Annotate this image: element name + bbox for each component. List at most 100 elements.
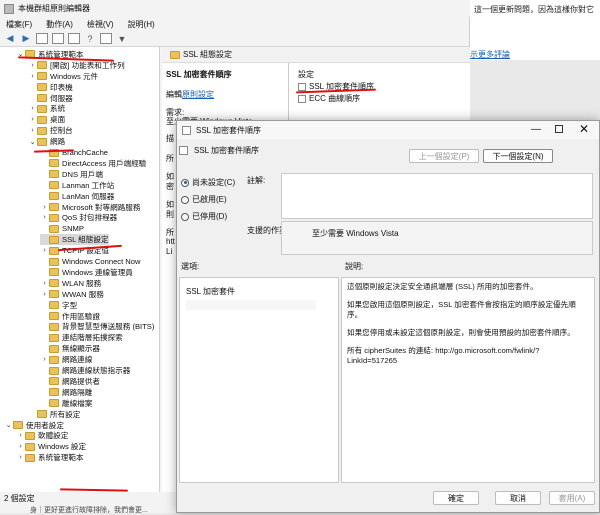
chevron-down-icon[interactable]: ⌄ [28, 138, 37, 146]
tree-item-label: 系統管理範本 [38, 453, 84, 463]
tree-item-label: QoS 封包排程器 [62, 213, 118, 223]
tree-item[interactable]: 伺服器 [28, 93, 73, 104]
maximize-icon[interactable] [555, 125, 563, 133]
forward-arrow-icon[interactable]: ▶ [20, 33, 32, 45]
tree-item[interactable]: › 系統 [28, 104, 65, 115]
tree-item[interactable]: 網路提供者 [40, 376, 100, 387]
tree-item[interactable]: SNMP [40, 223, 84, 234]
tree-item[interactable]: ⌄ 使用者設定 [4, 420, 64, 431]
tree-item-label: WLAN 服務 [62, 278, 102, 288]
tree-item[interactable]: 背景智慧型傳送服務 (BITS) [40, 322, 154, 333]
tree-item[interactable]: 所有設定 [28, 409, 80, 420]
tree-item-label: SNMP [62, 224, 84, 234]
tree-item[interactable]: › Microsoft 對等網路服務 [40, 202, 140, 213]
folder-icon [49, 301, 59, 310]
tree-item[interactable]: 作用區驗證 [40, 311, 100, 322]
tree-item[interactable]: DNS 用戶端 [40, 169, 103, 180]
folder-icon [49, 181, 59, 190]
option-cipher-suites-field[interactable] [186, 300, 316, 310]
tree-item[interactable]: SSL 組態設定 [40, 234, 109, 246]
chevron-right-icon[interactable]: › [40, 280, 49, 287]
chevron-right-icon[interactable]: › [40, 247, 49, 254]
tree-item[interactable]: › 網路連線 [40, 354, 92, 365]
chevron-right-icon[interactable]: › [16, 443, 25, 450]
tree-item[interactable]: 網路隔離 [40, 387, 92, 398]
chevron-down-icon[interactable]: ⌄ [4, 421, 13, 429]
chevron-right-icon[interactable]: › [28, 127, 37, 134]
tree-item-label: Windows 連線管理員 [62, 267, 133, 277]
folder-icon [49, 322, 59, 331]
chevron-right-icon[interactable]: › [28, 116, 37, 123]
chevron-right-icon[interactable]: › [40, 356, 49, 363]
close-icon[interactable]: ✕ [579, 122, 589, 136]
help-icon[interactable]: ? [84, 33, 96, 45]
tree-item-label: 網路連線狀態指示器 [62, 366, 131, 376]
tree-item[interactable]: DirectAccess 用戶端經驗 [40, 158, 146, 169]
folder-icon [25, 431, 35, 440]
folder-icon [49, 366, 59, 375]
tree-item[interactable]: Windows 連線管理員 [40, 267, 133, 278]
tree-item-label: DNS 用戶端 [62, 169, 103, 179]
tree-item[interactable]: LanMan 伺服器 [40, 191, 114, 202]
setting-row-ecc-order[interactable]: ECC 曲線順序 [298, 93, 360, 104]
chevron-right-icon[interactable]: › [28, 73, 37, 80]
tree-item[interactable]: › 控制台 [28, 125, 72, 136]
tree-item[interactable]: › WWAN 服務 [40, 289, 104, 300]
tree-item[interactable]: Lanman 工作站 [40, 180, 114, 191]
tree-item[interactable]: › 桌面 [28, 114, 65, 125]
tree-item[interactable]: 印表機 [28, 82, 73, 93]
menu-view[interactable]: 檢視(V) [87, 19, 114, 30]
folder-icon [37, 83, 47, 92]
tree-item[interactable]: › Windows 元件 [28, 71, 98, 82]
back-arrow-icon[interactable]: ◀ [4, 33, 16, 45]
dialog-subtitle: SSL 加密套件順序 [194, 146, 260, 155]
chevron-right-icon[interactable]: › [40, 291, 49, 298]
tree-item[interactable]: 離線檔案 [40, 398, 92, 409]
tree-item[interactable]: › WLAN 服務 [40, 278, 101, 289]
comment-textarea[interactable] [281, 173, 593, 219]
tree-item-label: 網路隔離 [62, 387, 93, 397]
edit-policy-link[interactable]: 原則設定 [182, 90, 214, 99]
tree-item[interactable]: 無線顯示器 [40, 343, 100, 354]
tree-item[interactable]: › Windows 設定 [16, 441, 86, 452]
tree-item[interactable]: 字型 [40, 300, 77, 311]
webpage-more-comments-link[interactable]: 示更多評論 [470, 49, 510, 60]
cancel-button[interactable]: 取消 [495, 491, 541, 505]
tree-item[interactable]: 連結階層拓撲探索 [40, 332, 123, 343]
chevron-right-icon[interactable]: › [28, 62, 37, 69]
chevron-right-icon[interactable]: › [16, 432, 25, 439]
folder-icon [49, 399, 59, 408]
export-list-icon[interactable] [68, 33, 80, 44]
chevron-right-icon[interactable]: › [40, 214, 49, 221]
radio-not-configured[interactable]: 尚未設定(C) [181, 177, 235, 188]
menu-help[interactable]: 說明(H) [128, 19, 155, 30]
properties-icon[interactable] [100, 33, 112, 44]
filter-icon[interactable]: ▼ [116, 33, 128, 45]
tree-item-label: 軟體設定 [38, 431, 69, 441]
previous-setting-button[interactable]: 上一個設定(P) [409, 149, 479, 163]
tree-item[interactable]: BranchCache [40, 147, 108, 158]
window-title: 本機群組原則編輯器 [18, 4, 90, 13]
next-setting-button[interactable]: 下一個設定(N) [483, 149, 553, 163]
chevron-right-icon[interactable]: › [40, 204, 49, 211]
tree-item[interactable]: Windows Connect Now [40, 256, 141, 267]
tree-item[interactable]: › 系統管理範本 [16, 452, 84, 463]
menu-action[interactable]: 動作(A) [46, 19, 73, 30]
tree-item[interactable]: 網路連線狀態指示器 [40, 365, 130, 376]
menu-file[interactable]: 檔案(F) [6, 19, 32, 30]
ok-button[interactable]: 確定 [433, 491, 479, 505]
apply-button[interactable]: 套用(A) [549, 491, 595, 505]
radio-enabled[interactable]: 已啟用(E) [181, 194, 227, 205]
radio-disabled[interactable]: 已停用(D) [181, 211, 227, 222]
tree-item[interactable]: ⌄ 網路 [28, 136, 66, 147]
dialog-title: SSL 加密套件順序 [196, 125, 262, 135]
tree-item-label: 離線檔案 [62, 398, 93, 408]
chevron-right-icon[interactable]: › [28, 105, 37, 112]
chevron-right-icon[interactable]: › [16, 454, 25, 461]
up-folder-icon[interactable] [36, 33, 48, 44]
tree-item[interactable]: › QoS 封包排程器 [40, 213, 117, 224]
column-header-setting[interactable]: 設定 [298, 69, 314, 80]
show-hide-tree-icon[interactable] [52, 33, 64, 44]
minimize-icon[interactable]: — [531, 124, 541, 135]
tree-item[interactable]: › 軟體設定 [16, 431, 68, 442]
